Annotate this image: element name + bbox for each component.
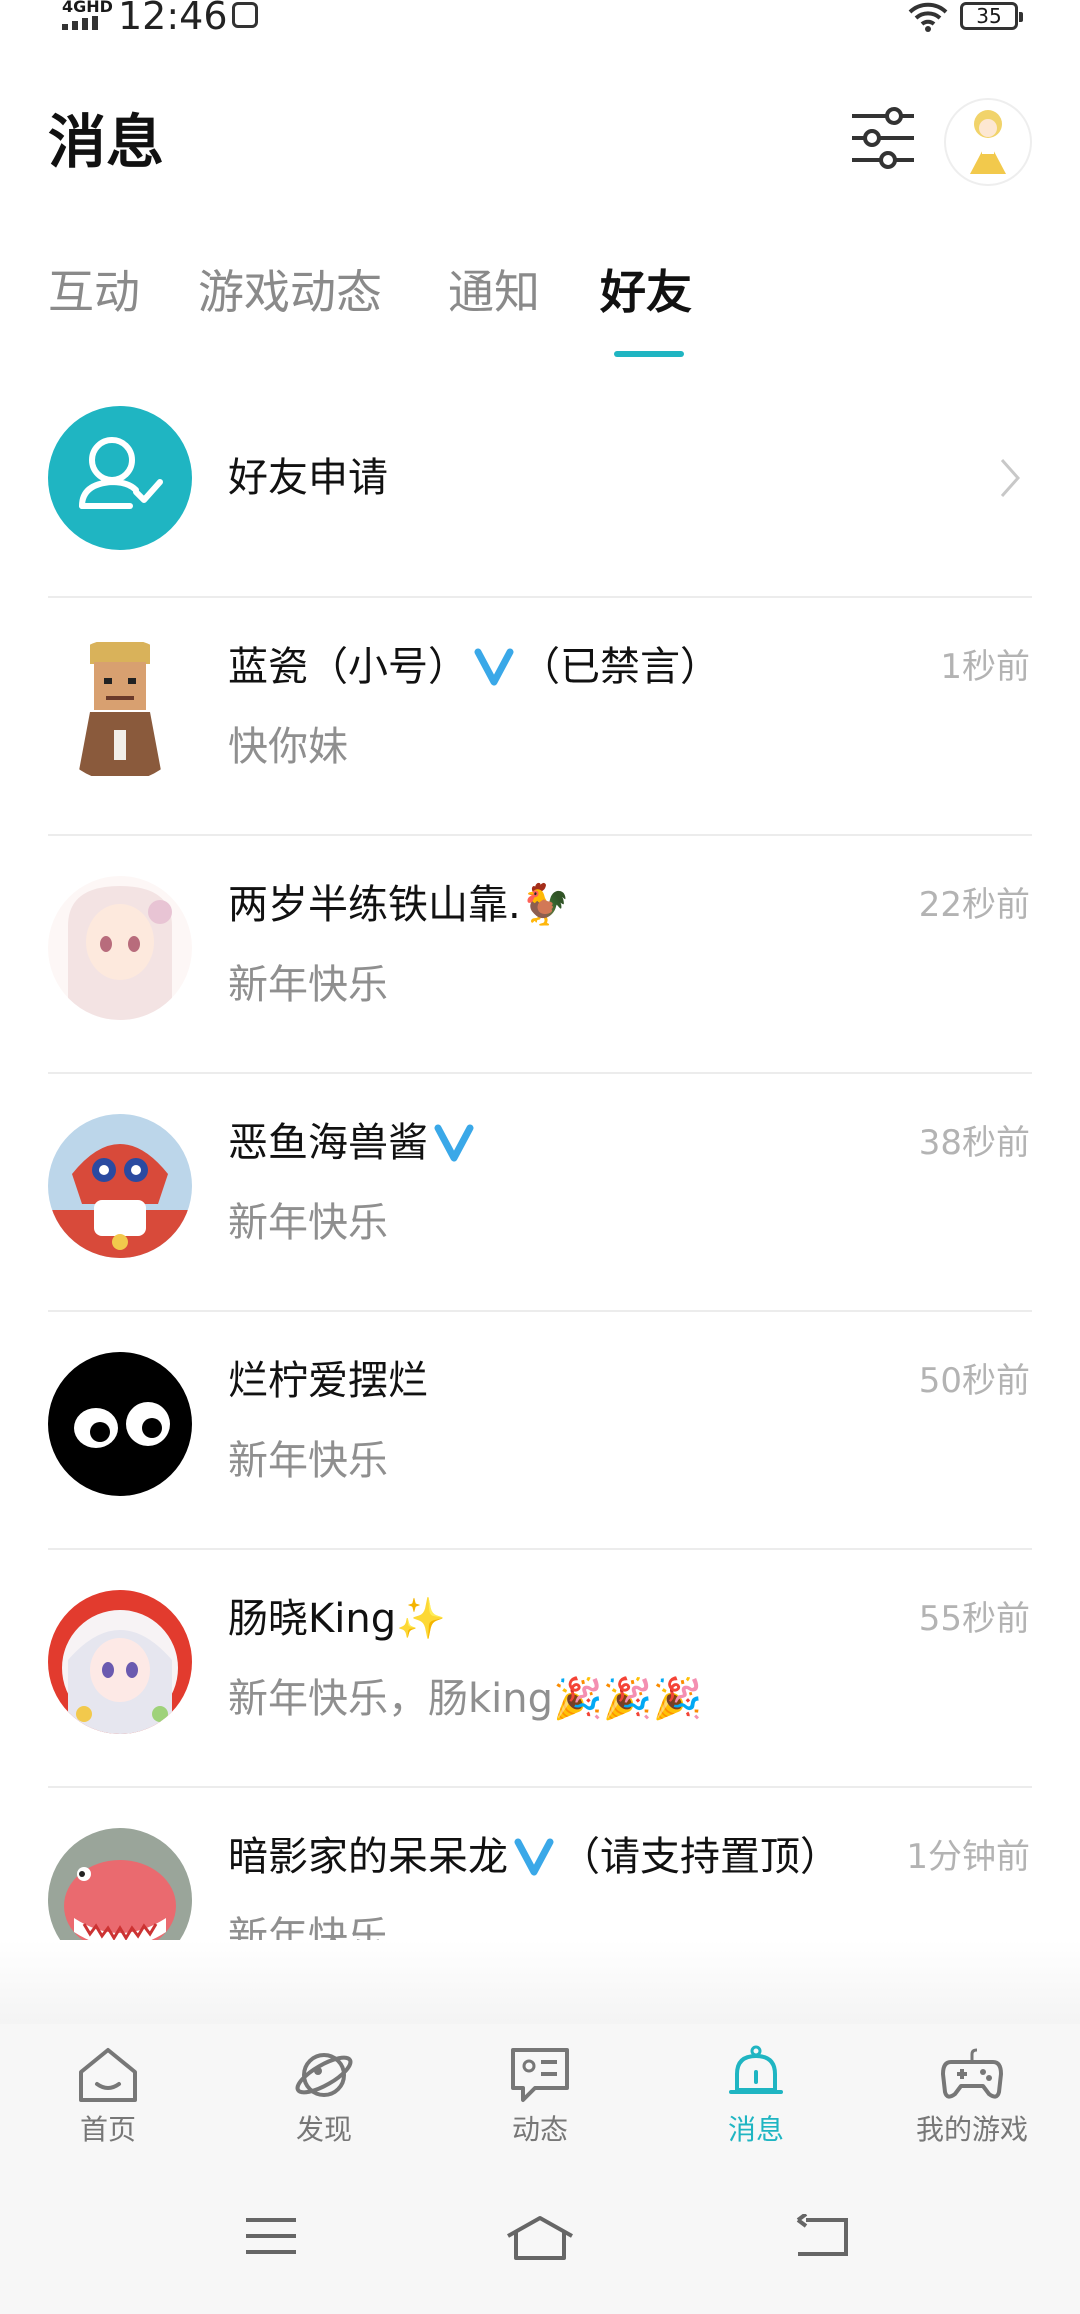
contact-name: 肠晓King✨ [228, 1596, 446, 1642]
verified-v-icon [514, 1838, 554, 1876]
chevron-right-icon [1000, 459, 1021, 497]
last-message: 快你妹 [228, 724, 348, 770]
nav-discover-label: 发现 [295, 2113, 352, 2146]
gamepad-icon [941, 2048, 1003, 2099]
timestamp: 38秒前 [918, 1123, 1030, 1163]
contact-name: 暗影家的呆呆龙 （请支持置顶） [228, 1834, 840, 1880]
page-title: 消息 [48, 108, 165, 176]
conversation-row[interactable]: 蓝瓷（小号） （已禁言） 快你妹 1秒前 [0, 598, 1080, 836]
avatar [48, 1590, 192, 1734]
nav-discover[interactable]: 发现 [216, 2044, 432, 2164]
last-message: 新年快乐 [228, 962, 388, 1008]
bottom-nav: 首页 发现 动态 消息 我的游戏 [0, 2024, 1080, 2174]
last-message: 新年快乐 [228, 1200, 388, 1246]
conversation-row[interactable]: 恶鱼海兽酱 新年快乐 38秒前 [0, 1074, 1080, 1312]
contact-name: 蓝瓷（小号） （已禁言） [228, 644, 720, 690]
system-nav-bar [0, 2174, 1080, 2314]
timestamp: 1秒前 [940, 647, 1030, 687]
tab-interaction[interactable]: 互动 [48, 262, 140, 322]
conversation-row[interactable]: 烂柠爱摆烂 新年快乐 50秒前 [0, 1312, 1080, 1550]
contact-name: 烂柠爱摆烂 [228, 1358, 428, 1404]
tab-notifications[interactable]: 通知 [448, 262, 540, 322]
nav-feed-label: 动态 [511, 2113, 568, 2146]
verified-v-icon [474, 648, 514, 686]
avatar [48, 638, 192, 782]
menu-icon[interactable] [244, 2214, 298, 2258]
timestamp: 1分钟前 [906, 1837, 1030, 1877]
list-fade [0, 1940, 1080, 2024]
signal-icon [62, 16, 98, 30]
filter-settings-icon[interactable] [848, 106, 918, 170]
nav-home[interactable]: 首页 [0, 2044, 216, 2164]
tab-game-updates[interactable]: 游戏动态 [198, 262, 382, 322]
user-avatar[interactable] [944, 98, 1032, 186]
timestamp: 55秒前 [918, 1599, 1030, 1639]
nav-my-games[interactable]: 我的游戏 [864, 2044, 1080, 2164]
nav-messages[interactable]: 消息 [648, 2044, 864, 2164]
network-type: 4GHD [62, 0, 113, 16]
timestamp: 50秒前 [918, 1361, 1030, 1401]
home-button-icon[interactable] [504, 2214, 576, 2262]
feed-icon [511, 2048, 569, 2102]
wifi-icon [908, 2, 948, 32]
app-notification-icon [232, 2, 258, 28]
bell-icon [729, 2045, 783, 2094]
battery-indicator: 35 [960, 2, 1023, 30]
avatar [48, 1352, 192, 1496]
conversation-row[interactable]: 两岁半练铁山靠.🐓 新年快乐 22秒前 [0, 836, 1080, 1074]
last-message: 新年快乐 [228, 1438, 388, 1484]
avatar [48, 1114, 192, 1258]
clock: 12:46 [118, 0, 228, 38]
nav-messages-label: 消息 [727, 2113, 784, 2146]
back-icon[interactable] [794, 2214, 850, 2258]
nav-home-label: 首页 [79, 2113, 136, 2146]
nav-my-games-label: 我的游戏 [915, 2113, 1028, 2146]
avatar [48, 876, 192, 1020]
friend-request-entry[interactable]: 好友申请 [0, 400, 1080, 596]
contact-name: 恶鱼海兽酱 [228, 1114, 480, 1172]
conversation-row[interactable]: 肠晓King✨ 新年快乐，肠king🎉🎉🎉 55秒前 [0, 1550, 1080, 1788]
status-bar: 4GHD 12:46 35 [0, 0, 1080, 40]
friend-request-icon [48, 406, 192, 550]
tab-friends[interactable]: 好友 [600, 262, 692, 322]
timestamp: 22秒前 [918, 885, 1030, 925]
verified-v-icon [434, 1124, 474, 1162]
last-message: 新年快乐，肠king🎉🎉🎉 [228, 1676, 703, 1722]
friend-request-label: 好友申请 [228, 455, 388, 501]
nav-feed[interactable]: 动态 [432, 2044, 648, 2164]
planet-icon [295, 2053, 353, 2097]
active-tab-indicator [614, 351, 684, 357]
home-icon [79, 2048, 137, 2102]
contact-name: 两岁半练铁山靠.🐓 [228, 882, 571, 928]
